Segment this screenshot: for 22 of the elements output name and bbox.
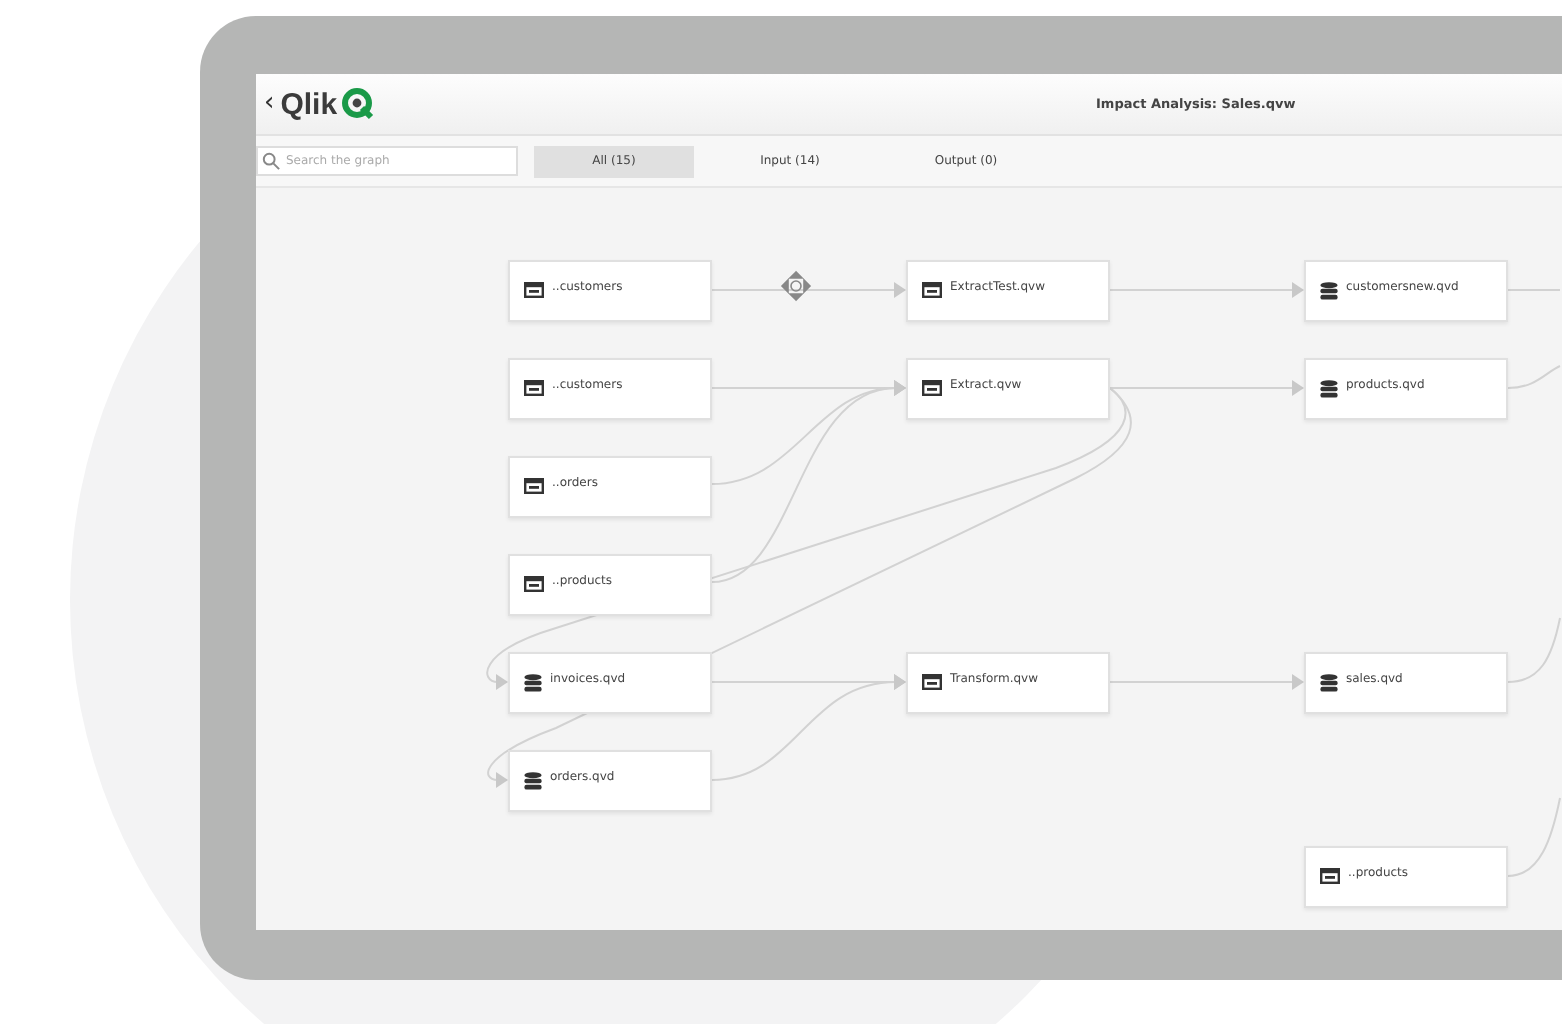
database-icon	[524, 772, 542, 790]
move-icon	[780, 270, 812, 302]
database-icon	[524, 674, 542, 692]
search-icon	[262, 152, 280, 170]
logo-mark-icon	[341, 88, 374, 120]
database-icon	[1320, 380, 1338, 398]
database-icon	[1320, 674, 1338, 692]
app-window-icon	[922, 380, 942, 396]
app-window-icon	[1320, 868, 1340, 884]
connector-line	[1507, 797, 1561, 877]
connector-line	[1507, 617, 1561, 683]
back-button[interactable]: ‹	[256, 87, 275, 121]
logo-text: Qlik	[280, 87, 338, 121]
app-window-icon	[524, 576, 544, 592]
connector-line	[1507, 289, 1561, 291]
app-window-icon	[524, 282, 544, 298]
database-icon	[1320, 282, 1338, 300]
app-window-icon	[524, 380, 544, 396]
app-window-icon	[922, 674, 942, 690]
app-window-icon	[524, 478, 544, 494]
app-window-icon	[922, 282, 942, 298]
connector-line	[1507, 365, 1561, 389]
